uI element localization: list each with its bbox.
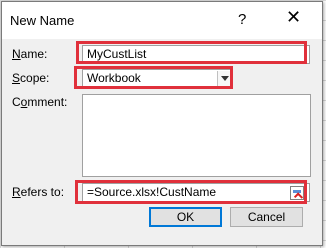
scope-label: Scope: <box>12 71 50 85</box>
dialog-title: New Name <box>10 13 75 28</box>
cancel-button[interactable]: Cancel <box>230 207 303 227</box>
comment-label: Comment: <box>12 95 68 109</box>
scope-select[interactable]: Workbook <box>82 69 232 88</box>
chevron-down-icon[interactable] <box>217 71 232 86</box>
new-name-dialog: New Name ? ✕ Name: MyCustList Scope: Wor… <box>1 1 323 246</box>
scope-selected-value: Workbook <box>87 71 141 85</box>
name-label: Name: <box>12 47 48 61</box>
ok-button[interactable]: OK <box>149 207 222 227</box>
close-icon[interactable]: ✕ <box>286 8 301 26</box>
collapse-dialog-icon[interactable] <box>290 186 304 200</box>
refers-to-input[interactable]: =Source.xlsx!CustName <box>82 183 310 202</box>
title-bar: New Name ? ✕ <box>2 2 322 39</box>
refers-to-label: Refers to: <box>12 185 65 199</box>
comment-textarea[interactable] <box>82 94 311 177</box>
name-input[interactable]: MyCustList <box>82 45 310 64</box>
help-icon[interactable]: ? <box>238 11 246 28</box>
